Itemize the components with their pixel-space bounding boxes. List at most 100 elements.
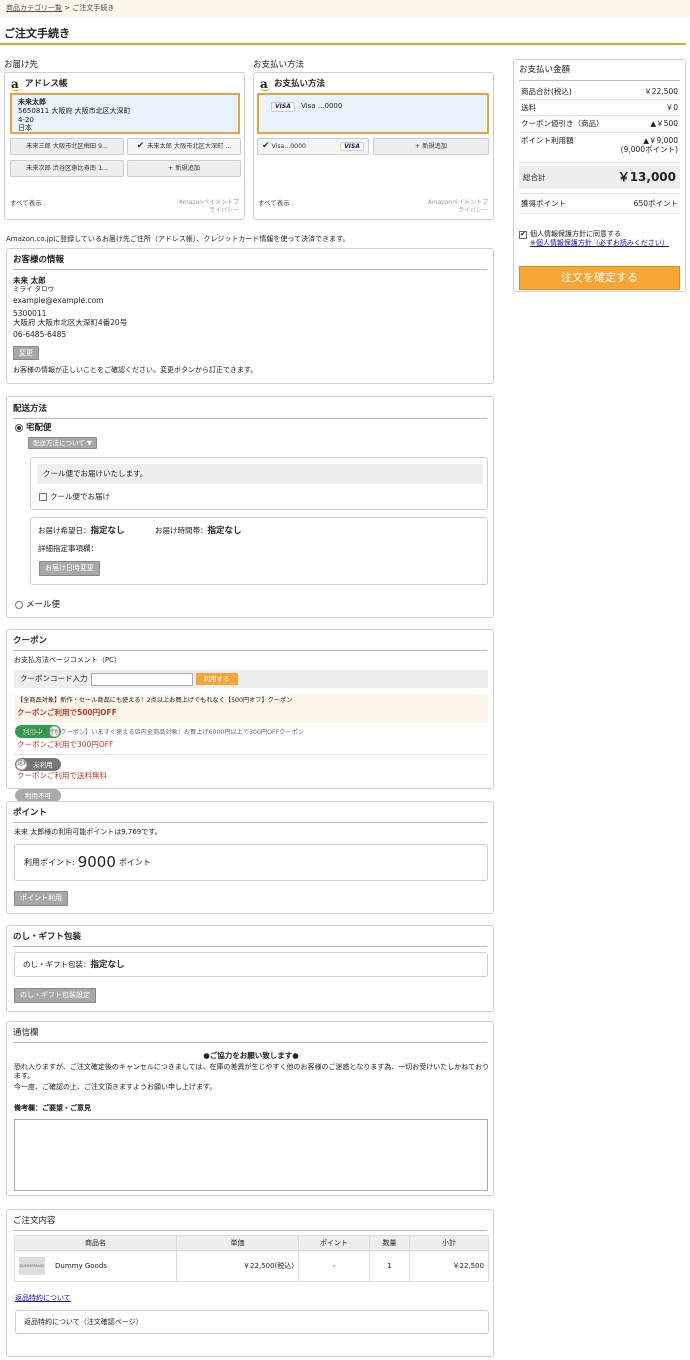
coupon-item-1: 【全商品対象】新作・セール商品にも使える！2点以上お買上げでもれなく【500円オ… [14, 694, 488, 739]
message-notice-title: ●ご協力をお願い致します● [203, 1051, 299, 1060]
payment-privacy-link[interactable]: Amazonペイメントプ ライバシー [428, 199, 488, 215]
add-address-button[interactable]: + 新規追加 [127, 160, 241, 177]
points-use-button[interactable]: ポイント利用 [14, 891, 68, 906]
address-book-widget: a アドレス帳 未来太郎 5650811 大阪府 大阪市北区大深町 4-20 日… [4, 72, 245, 220]
points-panel: ポイント 未来 太郎様の利用可能ポイントは9,769です。 利用ポイント: 90… [6, 801, 494, 914]
delivery-detail-label: 詳細指定事項欄： [38, 544, 98, 553]
address-option-1[interactable]: 未来三郎 大阪市北区梅田 9... [10, 138, 124, 155]
selected-payment[interactable]: VISA Visa ...0000 [257, 93, 489, 134]
breadcrumb: 商品カテゴリ一覧 > ご注文手続き [0, 0, 690, 17]
cool-delivery-box: クール便でお届けいたします。 クール便でお届け [30, 457, 488, 510]
delivery-method-takuhaibin[interactable]: 宅配便 [15, 423, 52, 434]
coupon-title: クーポン [13, 636, 487, 651]
coupon-panel: クーポン お支払方法ページコメント（PC） クーポンコード入力 利用する 【全商… [6, 629, 494, 803]
payment-privacy-line1: Amazonペイメントプ [427, 199, 488, 206]
radio-unselected-icon [15, 601, 23, 610]
summary-row-value: ￥22,500 [644, 86, 678, 96]
gift-title: のし・ギフト包装 [13, 932, 487, 947]
payment-widget: a お支払い方法 VISA Visa ...0000 ✔ Visa...0000… [253, 72, 494, 220]
summary-row-value: ▲￥500 [650, 119, 678, 129]
order-item-name: Dummy Goods [55, 1261, 107, 1270]
delivery-date-change-button[interactable]: お届け日時変更 [39, 561, 100, 576]
coupon-comment: お支払方法ページコメント（PC） [14, 656, 121, 664]
points-use-value[interactable]: 9000 [78, 853, 116, 872]
add-payment-button[interactable]: + 新規追加 [373, 138, 489, 155]
selected-address-name: 未来太郎 [18, 98, 46, 106]
cool-delivery-checkbox[interactable] [39, 492, 47, 501]
payment-widget-title: a お支払い方法 [260, 78, 326, 92]
return-policy-box: 返品特約について（注文確認ページ） [15, 1310, 489, 1334]
selected-address-country: 日本 [18, 124, 32, 133]
gift-value: 指定なし [90, 960, 125, 970]
breadcrumb-current: ご注文手続き [72, 4, 115, 12]
order-col-name: 商品名 [14, 1235, 177, 1251]
title-underline [0, 43, 686, 45]
selected-address[interactable]: 未来太郎 5650811 大阪府 大阪市北区大深町 4-20 日本 [10, 93, 240, 134]
address-privacy-link[interactable]: Amazonペイメントプ ライバシー [179, 199, 239, 215]
message-panel: 通信欄 ●ご協力をお願い致します● 恐れ入りますが、ご注文確定後のキャンセルにつ… [6, 1021, 494, 1196]
check-icon: ✔ [136, 140, 145, 151]
points-available: 未来 太郎様の利用可能ポイントは9,769です。 [14, 828, 162, 836]
coupon-input-row: クーポンコード入力 利用する [14, 670, 488, 688]
summary-row-points: ポイント利用額 ▲￥9,000 (9,000ポイント) [519, 133, 680, 163]
amazon-logo-icon: a [260, 78, 270, 92]
customer-change-button[interactable]: 変更 [13, 345, 39, 361]
amazon-pay-note: Amazon.co.jpに登録しているお届け先ご住所（アドレス帳）、クレジットカ… [6, 235, 350, 243]
customer-note: お客様の情報が正しいことをご確認ください。変更ボタンから訂正できます。 [13, 366, 258, 375]
address-option-3[interactable]: 未来次郎 渋谷区恵比寿南 1... [10, 160, 124, 177]
order-title: ご注文内容 [13, 1216, 487, 1231]
payment-widget-title-text: お支払い方法 [274, 79, 326, 89]
delivery-date-box: お届け希望日：指定なし お届け時間帯：指定なし 詳細指定事項欄： お届け日時変更 [30, 517, 488, 585]
summary-row-subtotal: 商品合計(税込) ￥22,500 [519, 84, 680, 100]
delivery-method-mail[interactable]: メール便 [15, 600, 60, 611]
address-show-all-link[interactable]: すべて表示 [10, 199, 42, 207]
summary-row-shipping: 送料 ￥0 [519, 100, 680, 117]
gift-box: のし・ギフト包装：指定なし [14, 952, 488, 977]
address-section-label: お届け先 [4, 60, 39, 70]
delivery-about-button[interactable]: 配送方法について ▼ [28, 437, 97, 450]
privacy-policy-link[interactable]: ※個人情報保護方針（必ずお読みください） [530, 239, 680, 248]
cool-delivery-check-row[interactable]: クール便でお届け [39, 492, 110, 501]
summary-points-value: 650ポイント [633, 198, 678, 208]
order-item-price: ￥22,500(税込) [176, 1250, 299, 1282]
message-notice-body2: 今一度、ご確認の上、ご注文頂きますようお願い申し上げます。 [14, 1083, 217, 1091]
delivery-title: 配送方法 [13, 404, 487, 419]
coupon-apply-button[interactable]: 利用する [195, 672, 238, 686]
summary-total-row: 総合計 ￥13,000 [519, 165, 680, 189]
coupon-item-name: クーポンご利用で500円OFF [17, 707, 117, 717]
privacy-checkbox[interactable]: ✔ [519, 230, 527, 239]
confirm-order-button[interactable]: 注文を確定する [519, 265, 680, 290]
delivery-date-row: お届け希望日：指定なし [38, 526, 125, 537]
order-panel: ご注文内容 商品名 単価 ポイント 数量 小計 DUMMYIMAGE Dummy… [6, 1209, 494, 1357]
order-item-subtotal: ￥22,500 [409, 1250, 489, 1282]
summary-row-value: ▲￥9,000 [643, 135, 678, 145]
order-item-points: - [298, 1250, 370, 1282]
payment-show-all-link[interactable]: すべて表示 [258, 199, 290, 207]
delivery-method2-label: メール便 [26, 600, 61, 610]
page-title: ご注文手続き [4, 27, 70, 40]
breadcrumb-separator: > [64, 4, 71, 12]
address-widget-title-text: アドレス帳 [25, 79, 68, 89]
gift-panel: のし・ギフト包装 のし・ギフト包装：指定なし のし・ギフト包装設定 [6, 925, 494, 1012]
visa-icon: VISA [271, 102, 295, 112]
gift-settings-button[interactable]: のし・ギフト包装設定 [14, 988, 96, 1003]
amazon-logo-icon: a [11, 78, 21, 92]
payment-option-visa-label: Visa...0000 [271, 142, 306, 150]
customer-email: example@example.com [13, 296, 104, 306]
customer-phone: 06-6485-6485 [13, 330, 67, 340]
remarks-textarea[interactable] [14, 1119, 488, 1191]
summary-row-value: ￥0 [665, 103, 678, 112]
coupon-item-2: 【お誕生月特別クーポン】いますぐ使える店内全商品対象！お買上げ6000円以上で3… [14, 727, 488, 772]
address-option-2[interactable]: ✔ 未来太郎 大阪市北区大深町 ... [127, 138, 241, 155]
message-notice-body: 恐れ入りますが、ご注文確定後のキャンセルにつきましては、在庫の差異が生じやすく他… [14, 1063, 490, 1080]
payment-option-visa[interactable]: ✔ Visa...0000 VISA [257, 138, 369, 155]
radio-selected-icon [15, 424, 23, 433]
return-policy-link[interactable]: 返品特約について [15, 1294, 71, 1303]
coupon-item-name: クーポンご利用で300円OFF [17, 739, 114, 749]
check-icon: ✔ [262, 140, 270, 151]
privacy-agree-row: ✔ 個人情報保護方針に同意する [519, 230, 680, 239]
coupon-code-input[interactable] [90, 672, 193, 686]
customer-name: 未来 太郎 [13, 275, 46, 285]
breadcrumb-home-link[interactable]: 商品カテゴリ一覧 [6, 4, 62, 12]
delivery-panel: 配送方法 宅配便 配送方法について ▼ クール便でお届けいたします。 クール便で… [6, 396, 494, 618]
